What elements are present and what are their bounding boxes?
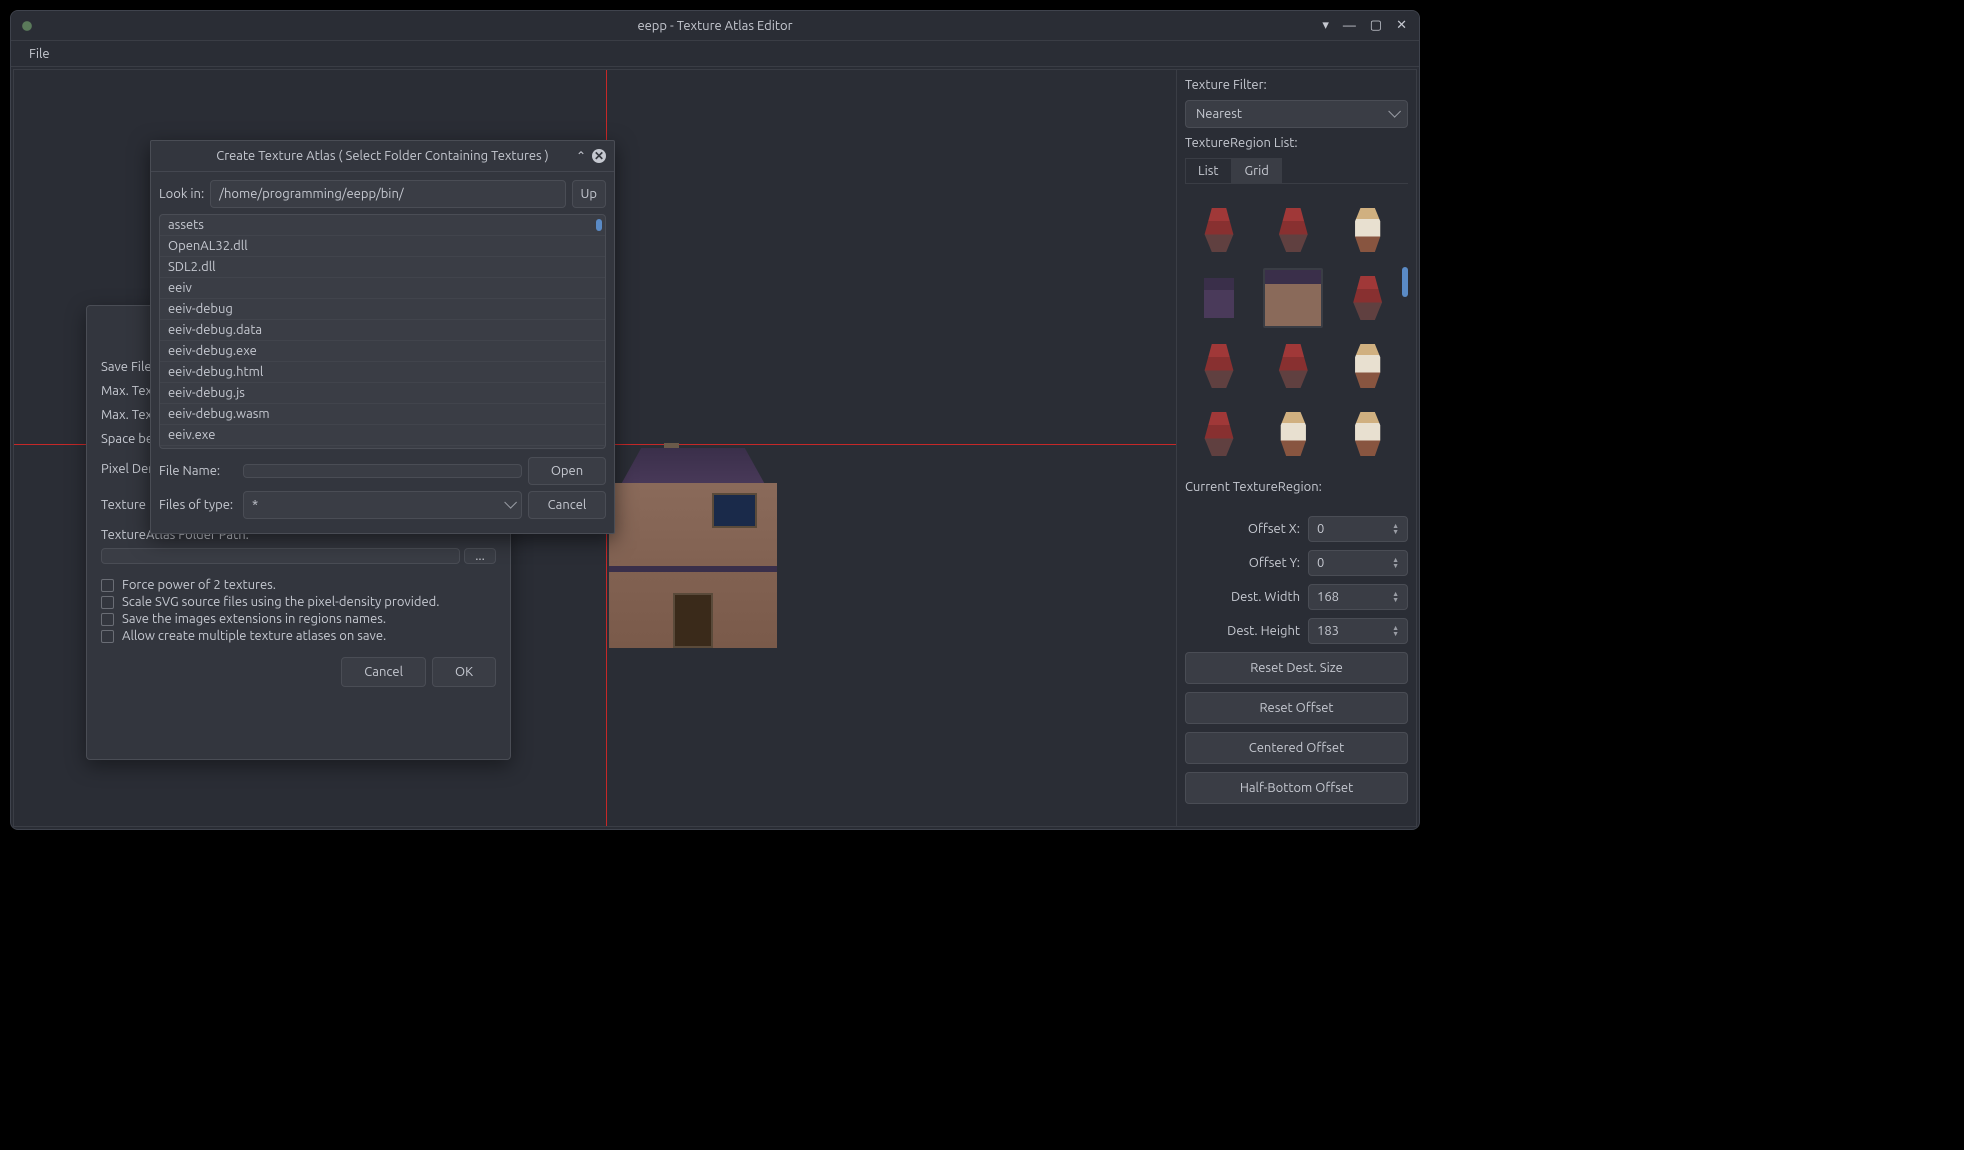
chevron-down-icon [504,498,513,512]
config-cancel-button[interactable]: Cancel [341,657,426,687]
chevron-down-icon [1388,107,1397,121]
maximize-icon[interactable]: ▢ [1366,18,1386,33]
cancel-button[interactable]: Cancel [528,491,606,519]
list-item[interactable]: SDL2.dll [160,257,605,278]
spin-down-icon[interactable]: ▼ [1392,563,1399,569]
region-list-label: TextureRegion List: [1185,136,1408,150]
close-icon[interactable]: ✕ [1392,18,1411,33]
up-button[interactable]: Up [572,180,606,208]
checkbox-ext[interactable] [101,613,114,626]
list-item[interactable]: eeiv-debug.wasm [160,404,605,425]
spin-down-icon[interactable]: ▼ [1392,529,1399,535]
list-item[interactable]: eeiv-debug.html [160,362,605,383]
dest-height-input[interactable]: 183▲▼ [1308,618,1408,644]
file-dialog-titlebar: Create Texture Atlas ( Select Folder Con… [151,141,614,172]
offset-y-label: Offset Y: [1185,556,1300,570]
checkbox-multi[interactable] [101,630,114,643]
sprite-cell[interactable] [1189,268,1249,328]
config-ok-button[interactable]: OK [432,657,496,687]
tab-list[interactable]: List [1185,158,1232,183]
label-pow2: Force power of 2 textures. [122,578,276,592]
list-item[interactable]: OpenAL32.dll [160,236,605,257]
sprite-preview [609,448,777,648]
file-list[interactable]: assets OpenAL32.dll SDL2.dll eeiv eeiv-d… [159,214,606,449]
scrollbar-thumb[interactable] [596,219,602,231]
canvas-area[interactable]: Save File F Max. Text Max. Text Space be… [14,70,1176,826]
sprite-grid [1185,192,1408,472]
offset-x-label: Offset X: [1185,522,1300,536]
dest-width-input[interactable]: 168▲▼ [1308,584,1408,610]
centered-offset-button[interactable]: Centered Offset [1185,732,1408,764]
sprite-cell[interactable] [1263,200,1323,260]
filename-input[interactable] [243,464,522,478]
minimize-icon[interactable]: — [1339,19,1360,33]
sprite-cell[interactable] [1263,336,1323,396]
dest-height-label: Dest. Height [1185,624,1300,638]
app-icon [19,18,35,34]
filetype-select[interactable]: * [243,491,522,519]
app-window: eepp - Texture Atlas Editor ▾ — ▢ ✕ File [10,10,1420,830]
spin-down-icon[interactable]: ▼ [1392,597,1399,603]
offset-y-input[interactable]: 0▲▼ [1308,550,1408,576]
open-button[interactable]: Open [528,457,606,485]
filename-label: File Name: [159,464,237,478]
collapse-icon[interactable]: ⌃ [576,149,586,163]
file-dialog-title: Create Texture Atlas ( Select Folder Con… [216,149,549,163]
list-item[interactable]: assets [160,215,605,236]
reset-size-button[interactable]: Reset Dest. Size [1185,652,1408,684]
list-item[interactable]: eeiv-debug.js [160,383,605,404]
sprite-cell[interactable] [1338,404,1398,464]
lookin-label: Look in: [159,187,204,201]
dest-width-label: Dest. Width [1185,590,1300,604]
list-item[interactable]: eeiv [160,278,605,299]
browse-button[interactable]: ... [464,548,496,564]
list-item[interactable]: eeiv-debug [160,299,605,320]
label-svg: Scale SVG source files using the pixel-d… [122,595,440,609]
reset-offset-button[interactable]: Reset Offset [1185,692,1408,724]
sprite-cell[interactable] [1338,200,1398,260]
folder-path-input[interactable] [101,548,460,564]
checkbox-pow2[interactable] [101,579,114,592]
sprite-cell[interactable] [1263,404,1323,464]
main-area: Save File F Max. Text Max. Text Space be… [13,69,1417,827]
sprite-cell[interactable] [1338,336,1398,396]
list-item[interactable]: eeiv-debug.exe [160,341,605,362]
window-controls: ▾ — ▢ ✕ [1318,18,1411,33]
window-title: eepp - Texture Atlas Editor [637,19,792,33]
tab-grid[interactable]: Grid [1232,158,1282,183]
half-bottom-offset-button[interactable]: Half-Bottom Offset [1185,772,1408,804]
spin-down-icon[interactable]: ▼ [1392,631,1399,637]
menu-file[interactable]: File [21,43,58,65]
right-panel: Texture Filter: Nearest TextureRegion Li… [1176,70,1416,826]
label-ext: Save the images extensions in regions na… [122,612,386,626]
titlebar: eepp - Texture Atlas Editor ▾ — ▢ ✕ [11,11,1419,41]
sprite-cell[interactable] [1263,268,1323,328]
label-multi: Allow create multiple texture atlases on… [122,629,386,643]
scrollbar-thumb[interactable] [1402,267,1408,297]
texture-filter-select[interactable]: Nearest [1185,100,1408,128]
sprite-cell[interactable] [1338,268,1398,328]
lookin-input[interactable]: /home/programming/eepp/bin/ [210,180,565,208]
close-icon[interactable]: ✕ [592,149,606,163]
offset-x-input[interactable]: 0▲▼ [1308,516,1408,542]
list-item[interactable]: eeiv-debug.data [160,320,605,341]
filetype-label: Files of type: [159,498,237,512]
sprite-cell[interactable] [1189,200,1249,260]
texture-filter-label: Texture Filter: [1185,78,1408,92]
sprite-cell[interactable] [1189,336,1249,396]
list-item[interactable]: eeiv.exe [160,425,605,446]
menubar: File [11,41,1419,67]
checkbox-svg[interactable] [101,596,114,609]
dropdown-icon[interactable]: ▾ [1318,18,1333,33]
sprite-cell[interactable] [1189,404,1249,464]
file-dialog: Create Texture Atlas ( Select Folder Con… [150,140,615,534]
region-tabs: List Grid [1185,158,1408,184]
current-region-label: Current TextureRegion: [1185,480,1408,494]
